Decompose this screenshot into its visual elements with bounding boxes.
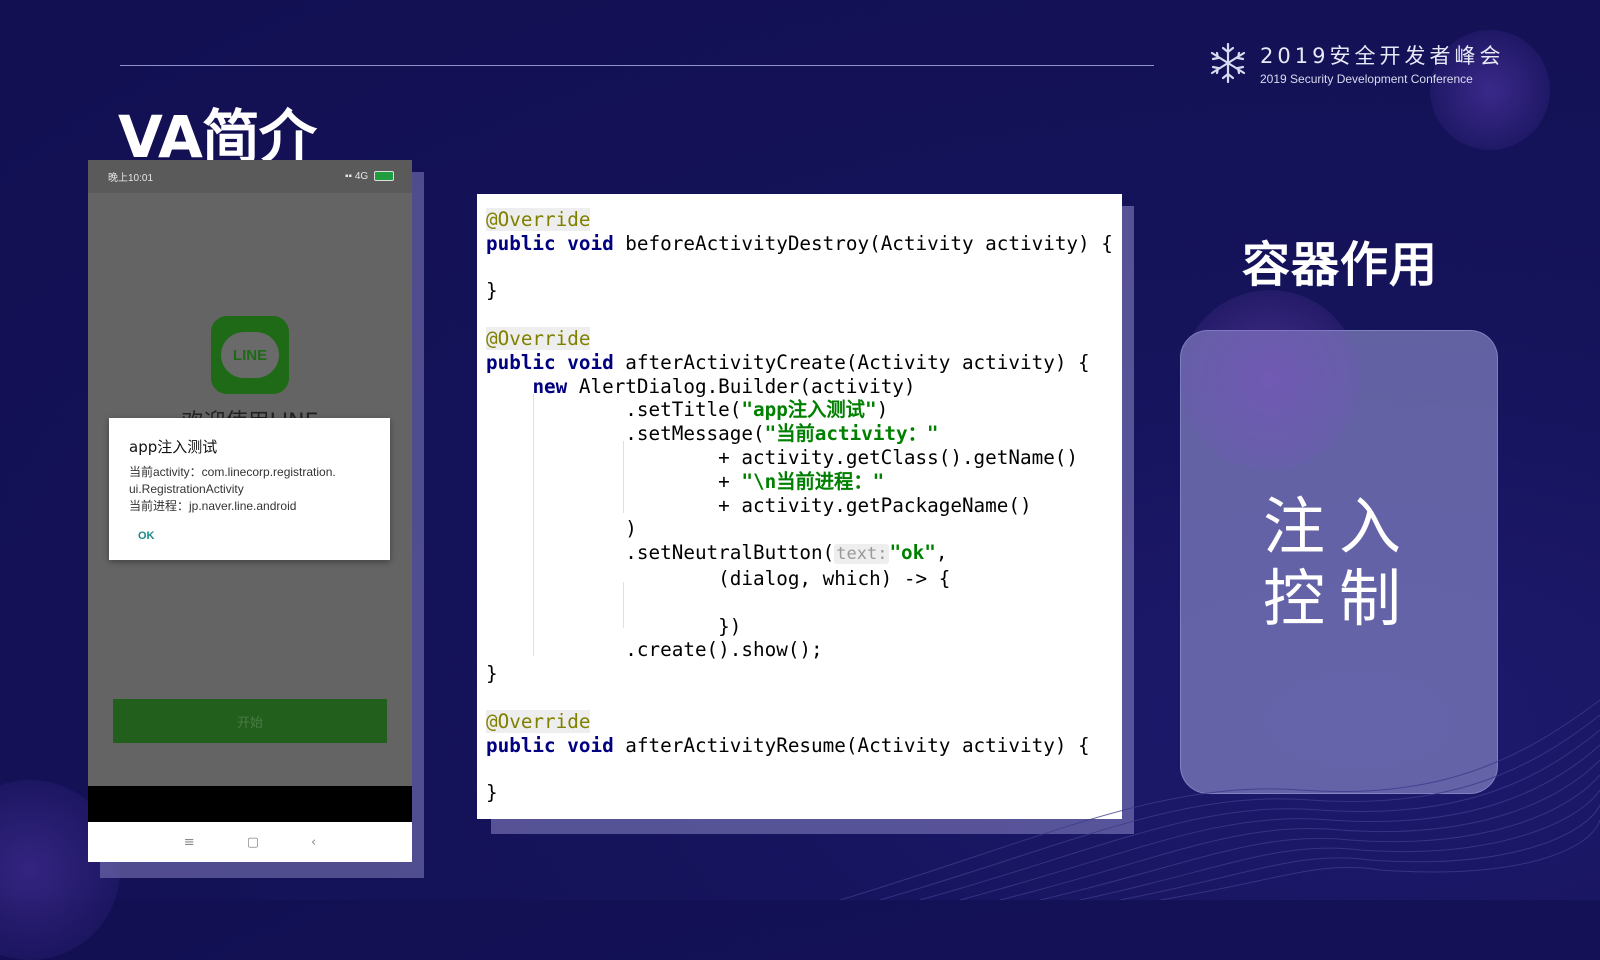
status-bar: 晚上10:01 ▪▪ 4G — [88, 160, 412, 193]
conference-logo: 2019安全开发者峰会 2019 Security Development Co… — [1208, 40, 1504, 86]
android-nav-bar: ≡ ▢ ‹ — [88, 822, 412, 862]
code-brace: } — [486, 279, 498, 303]
code-line: AlertDialog.Builder(activity) — [567, 374, 916, 398]
code-brace: } — [486, 662, 498, 686]
code-annotation: @Override — [486, 326, 591, 350]
dialog-ok-button[interactable]: OK — [138, 530, 155, 542]
role-card-line: 注入 — [1262, 490, 1415, 563]
dialog-message: 当前activity：com.linecorp.registration. ui… — [129, 464, 379, 515]
dialog-message-line: 当前进程：jp.naver.line.android — [129, 499, 297, 513]
role-card-text: 注入 控制 — [1181, 491, 1497, 635]
snowflake-icon — [1210, 42, 1246, 84]
line-app-icon: LINE — [211, 316, 289, 394]
code-string: "\n当前进程：" — [741, 469, 885, 493]
code-keyword: void — [567, 733, 614, 757]
role-card-line: 控制 — [1262, 562, 1415, 635]
conference-name-cn: 2019安全开发者峰会 — [1260, 44, 1505, 68]
signal-icon: ▪▪ — [345, 171, 353, 182]
conference-name-en: 2019 Security Development Conference — [1260, 72, 1473, 86]
code-line: + — [486, 469, 742, 493]
back-icon[interactable]: ‹ — [311, 835, 316, 850]
alert-dialog: app注入测试 当前activity：com.linecorp.registra… — [109, 418, 390, 560]
battery-icon — [374, 171, 394, 182]
code-keyword: public — [486, 350, 556, 374]
code-line: ) — [876, 398, 889, 422]
code-keyword: public — [486, 733, 556, 757]
code-brace: } — [486, 781, 498, 805]
start-button[interactable]: 开始 — [113, 699, 387, 743]
decor-circle-card — [1180, 290, 1360, 470]
code-string: "当前activity：" — [764, 422, 939, 446]
code-line: ) — [486, 517, 637, 541]
code-keyword: public — [486, 231, 556, 255]
code-line: .create().show(); — [486, 638, 823, 662]
code-line: , — [935, 541, 948, 565]
decor-wave-lines — [840, 699, 1600, 900]
code-keyword: new — [532, 374, 568, 398]
status-indicators: ▪▪ 4G — [345, 171, 394, 182]
code-line: .setMessage( — [486, 422, 765, 446]
code-line: + activity.getPackageName() — [486, 493, 1032, 517]
network-type: 4G — [354, 171, 369, 182]
code-method-signature: beforeActivityDestroy(Activity activity)… — [613, 231, 1113, 255]
header-divider — [120, 65, 1154, 66]
dialog-title: app注入测试 — [129, 438, 218, 456]
code-line: .setNeutralButton( — [486, 541, 835, 565]
code-method-signature: afterActivityCreate(Activity activity) { — [613, 350, 1090, 374]
code-line: .setTitle( — [486, 398, 742, 422]
phone-screenshot: 晚上10:01 ▪▪ 4G LINE 欢迎使用LINE app注入测试 当前ac… — [88, 160, 412, 862]
code-annotation: @Override — [486, 709, 591, 733]
home-icon[interactable]: ▢ — [247, 835, 259, 850]
code-line: }) — [486, 614, 742, 638]
code-string: "app注入测试" — [741, 398, 877, 422]
code-annotation: @Override — [486, 208, 591, 231]
code-line: + activity.getClass().getName() — [486, 445, 1079, 469]
code-keyword: void — [567, 350, 614, 374]
menu-icon[interactable]: ≡ — [184, 835, 195, 850]
code-keyword: void — [567, 231, 614, 255]
code-string: "ok" — [889, 541, 936, 565]
code-param-hint: text: — [834, 544, 890, 565]
phone-black-bar — [88, 786, 412, 822]
dialog-message-line: ui.RegistrationActivity — [129, 482, 244, 496]
code-line: (dialog, which) -> { — [486, 566, 951, 590]
status-time: 晚上10:01 — [108, 173, 154, 184]
line-logo: LINE — [221, 332, 279, 378]
dialog-message-line: 当前activity：com.linecorp.registration. — [129, 465, 336, 479]
container-role-heading: 容器作用 — [1242, 237, 1439, 293]
